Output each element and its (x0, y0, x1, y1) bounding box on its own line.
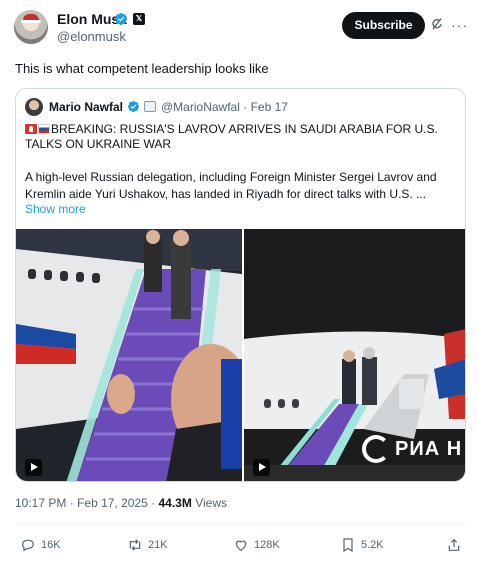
siren-icon (25, 124, 37, 134)
grok-icon[interactable] (429, 16, 445, 32)
video-thumbnail-left[interactable] (16, 229, 242, 481)
share-icon (448, 538, 460, 551)
play-icon[interactable] (253, 459, 270, 476)
watermark-text: РИА Н (395, 437, 463, 460)
quote-headline: BREAKING: RUSSIA'S LAVROV ARRIVES IN SAU… (25, 122, 455, 152)
quote-body: A high-level Russian delegation, includi… (25, 170, 437, 201)
subscribe-button[interactable]: Subscribe (342, 12, 425, 39)
tweet-text: This is what competent leadership looks … (15, 61, 269, 76)
separator: · (69, 496, 74, 510)
quote-author-avatar (25, 98, 43, 116)
tweet-time[interactable]: 10:17 PM (15, 496, 66, 510)
airplane-stairs-image (16, 229, 242, 481)
author-handle[interactable]: @elonmusk (57, 29, 126, 44)
russia-flag-icon (38, 124, 50, 134)
verified-badge-icon (115, 13, 127, 25)
divider (15, 523, 466, 524)
quoted-tweet[interactable]: Mario Nawfal @MarioNawfal · Feb 17 BREAK… (15, 88, 466, 482)
ria-watermark: РИА Н (362, 435, 462, 463)
heart-icon (235, 540, 247, 552)
quote-handle: @MarioNawfal (161, 100, 240, 114)
tweet-meta: 10:17 PM · Feb 17, 2025 · 44.3M Views (15, 496, 227, 510)
repost-icon (129, 539, 141, 551)
reply-button[interactable]: 16K (20, 534, 61, 556)
tweet-header: Elon Musk 𝕏 @elonmusk Subscribe ··· (0, 0, 479, 56)
bookmark-button[interactable]: 5.2K (340, 534, 384, 556)
action-bar: 16K 21K 128K 5.2K (0, 532, 479, 558)
like-button[interactable]: 128K (233, 534, 280, 556)
views-label: Views (195, 496, 227, 510)
bookmark-icon (343, 538, 353, 553)
separator: · (151, 496, 156, 510)
more-options-icon[interactable]: ··· (451, 17, 468, 33)
reply-count: 16K (41, 539, 61, 551)
separator: · (243, 100, 248, 114)
views-count: 44.3M (158, 496, 192, 510)
verified-badge-icon (127, 100, 140, 113)
video-thumbnail-right[interactable]: РИА Н (244, 229, 465, 481)
play-icon[interactable] (25, 459, 42, 476)
quote-handle-date: @MarioNawfal · Feb 17 (161, 100, 288, 114)
repost-count: 21K (148, 539, 168, 551)
affiliation-badge-icon: 𝕏 (133, 13, 145, 25)
quote-author-name: Mario Nawfal (49, 100, 124, 114)
author-avatar[interactable] (14, 10, 48, 44)
reply-icon (22, 539, 34, 552)
show-more-link[interactable]: Show more (25, 202, 86, 216)
ria-logo-icon (362, 435, 390, 463)
share-button[interactable] (446, 534, 462, 556)
quote-date: Feb 17 (250, 100, 288, 114)
affiliation-badge-icon (144, 101, 156, 112)
tweet-date[interactable]: Feb 17, 2025 (77, 496, 148, 510)
bookmark-count: 5.2K (361, 539, 384, 551)
repost-button[interactable]: 21K (127, 534, 168, 556)
like-count: 128K (254, 539, 280, 551)
quote-headline-text: BREAKING: RUSSIA'S LAVROV ARRIVES IN SAU… (25, 122, 438, 151)
